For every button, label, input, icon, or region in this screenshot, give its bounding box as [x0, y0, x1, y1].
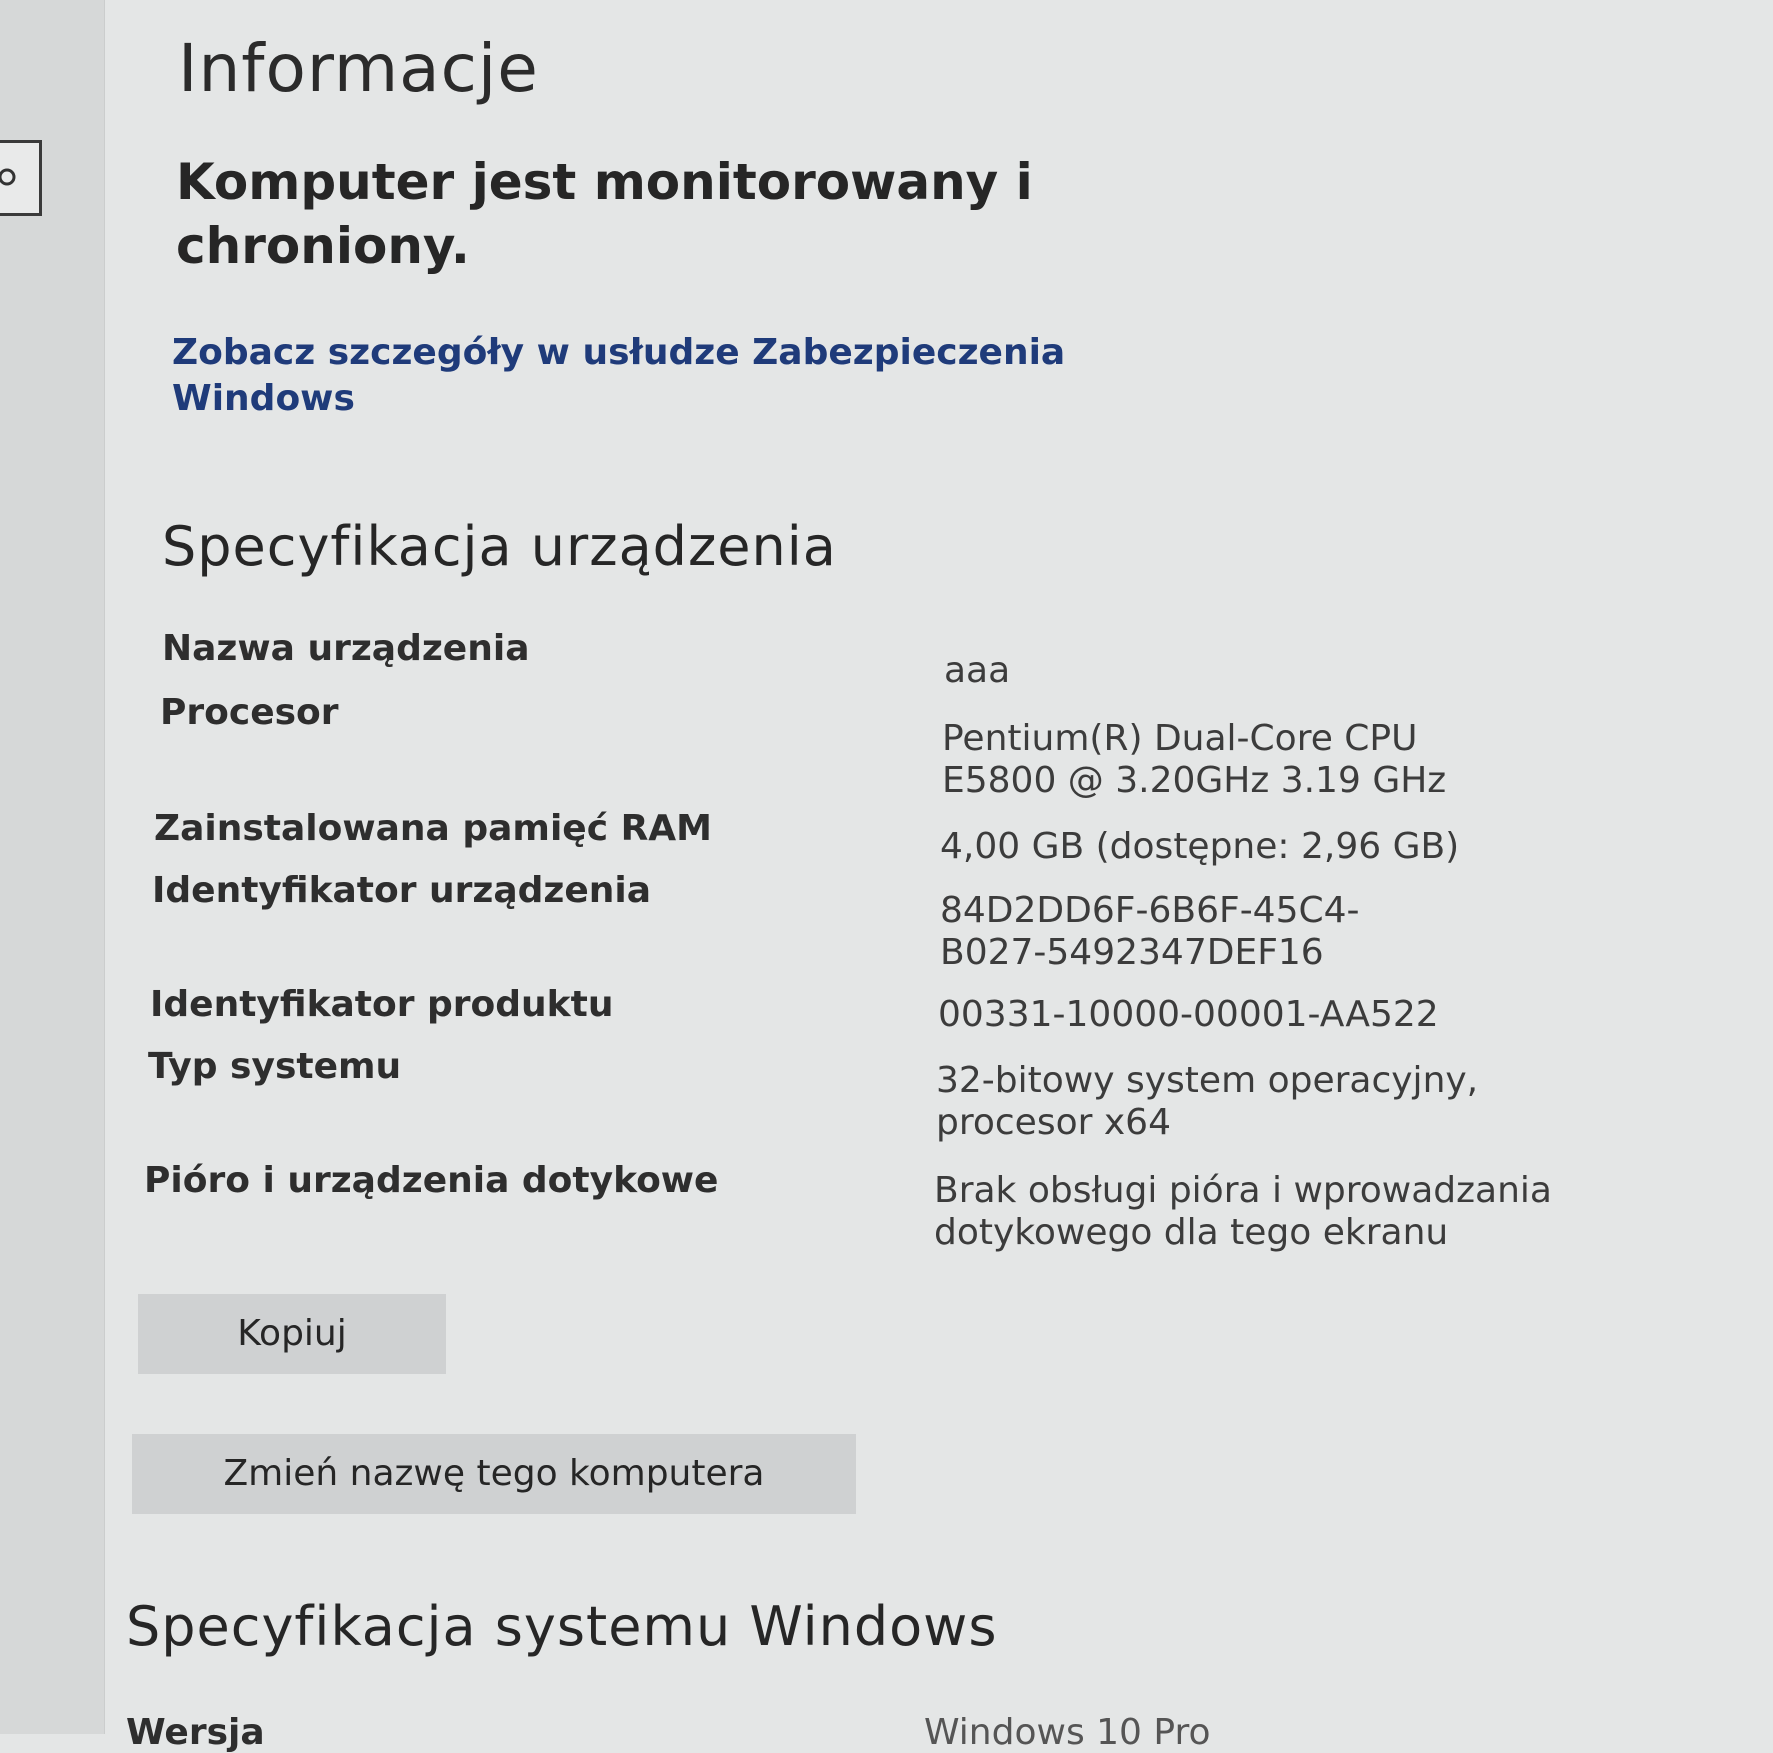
spec-value-device-id: 84D2DD6F-6B6F-45C4-B027-5492347DEF16 [940, 890, 1360, 973]
spec-value-ram: 4,00 GB (dostępne: 2,96 GB) [940, 826, 1460, 867]
device-spec-title: Specyfikacja urządzenia [162, 515, 837, 578]
spec-value-edition: Windows 10 Pro [924, 1712, 1211, 1753]
spec-label-processor: Procesor [160, 692, 339, 733]
main-content: Informacje Komputer jest monitorowany i … [0, 0, 1773, 1753]
windows-spec-title: Specyfikacja systemu Windows [126, 1595, 998, 1658]
copy-button[interactable]: Kopiuj [138, 1294, 446, 1374]
spec-value-product-id: 00331-10000-00001-AA522 [938, 994, 1439, 1035]
spec-label-product-id: Identyfikator produktu [150, 984, 614, 1025]
spec-value-processor: Pentium(R) Dual-Core CPU E5800 @ 3.20GHz… [942, 718, 1447, 801]
spec-label-edition: Wersja [126, 1712, 265, 1753]
security-details-link[interactable]: Zobacz szczegóły w usłudze Zabezpieczeni… [172, 330, 1112, 422]
spec-label-ram: Zainstalowana pamięć RAM [154, 808, 712, 849]
spec-label-device-name: Nazwa urządzenia [162, 628, 530, 669]
spec-value-system-type: 32-bitowy system operacyjny, procesor x6… [936, 1060, 1479, 1143]
spec-value-device-name: aaa [944, 650, 1011, 691]
page-title: Informacje [178, 30, 539, 107]
spec-label-pen-touch: Pióro i urządzenia dotykowe [144, 1160, 719, 1201]
spec-value-pen-touch: Brak obsługi pióra i wprowadzania dotyko… [934, 1170, 1552, 1253]
spec-label-system-type: Typ systemu [148, 1046, 402, 1087]
protection-status: Komputer jest monitorowany i chroniony. [176, 153, 1033, 275]
spec-label-device-id: Identyfikator urządzenia [152, 870, 652, 911]
rename-pc-button[interactable]: Zmień nazwę tego komputera [132, 1434, 856, 1514]
